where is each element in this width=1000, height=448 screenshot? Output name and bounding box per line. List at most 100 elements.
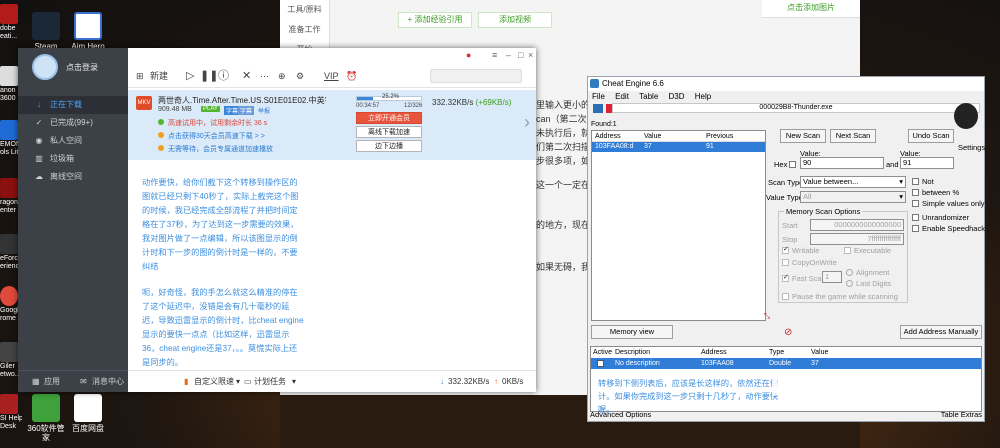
new-scan-button[interactable]: New Scan	[780, 129, 826, 143]
delete-icon[interactable]: ✕	[242, 69, 251, 83]
menu-icon[interactable]: ≡	[492, 50, 497, 60]
scan-type-select[interactable]: Value between... ▾	[800, 176, 906, 188]
add-address-button[interactable]: Add Address Manually	[900, 325, 982, 339]
menu-help[interactable]: Help	[695, 92, 711, 101]
value-type-select[interactable]: All ▾	[800, 191, 906, 203]
section-prep[interactable]: 准备工作	[280, 20, 329, 40]
table-extras-button[interactable]: Table Extras	[941, 410, 982, 419]
pause-game-checkbox[interactable]: Pause the game while scanning	[782, 292, 898, 301]
baidu-pan-shortcut[interactable]: 百度网盘	[66, 394, 110, 433]
menu-d3d[interactable]: D3D	[669, 92, 685, 101]
play-badge[interactable]: PLAY	[201, 106, 220, 112]
boost-icon[interactable]: ⊕	[278, 69, 286, 83]
undo-scan-button[interactable]: Undo Scan	[908, 129, 954, 143]
avatar[interactable]	[32, 54, 58, 80]
settings-link[interactable]: Settings	[958, 143, 985, 152]
unrandomizer-checkbox[interactable]: Unrandomizer	[912, 213, 969, 222]
stop-icon[interactable]: ⊘	[784, 327, 792, 338]
subtitle-tag-2[interactable]: 字幕	[238, 106, 255, 115]
not-checkbox[interactable]: Not	[912, 177, 934, 186]
chevron-down-icon[interactable]: ▾	[292, 371, 296, 393]
hex-checkbox[interactable]: Hex	[774, 160, 799, 169]
nav-private-space[interactable]: ◉ 私人空间	[18, 132, 128, 150]
report-link[interactable]: 举报	[256, 106, 272, 115]
alignment-radio[interactable]: Alignment	[846, 268, 889, 277]
col-type[interactable]: Type	[769, 347, 784, 358]
found-address-list[interactable]: Address Value Previous 103FAA08:d 37 91	[591, 130, 766, 321]
pause-icon[interactable]: ❚❚	[200, 69, 218, 83]
minimize-icon[interactable]: –	[506, 50, 511, 60]
col-address[interactable]: Address	[595, 131, 621, 142]
alarm-icon[interactable]: ⏰	[346, 69, 357, 83]
new-icon[interactable]: ⊞	[136, 69, 144, 83]
col-active[interactable]: Active	[593, 347, 612, 358]
menu-table[interactable]: Table	[639, 92, 658, 101]
aimhero-shortcut[interactable]: Aim Hero	[66, 12, 110, 51]
steam-shortcut[interactable]: Steam	[24, 12, 68, 51]
offline-boost-button[interactable]: 离线下载加速	[356, 126, 422, 138]
add-image-button[interactable]: 点击添加图片	[762, 0, 860, 18]
col-value[interactable]: Value	[644, 131, 661, 142]
stream-play-button[interactable]: 边下边播	[356, 140, 422, 152]
col-previous[interactable]: Previous	[706, 131, 733, 142]
speedhack-checkbox[interactable]: Enable Speedhack	[912, 224, 985, 233]
found-list-row[interactable]: 103FAA08:d 37 91	[592, 142, 765, 152]
copyonwrite-checkbox[interactable]: CopyOnWrite	[782, 258, 837, 267]
col-value[interactable]: Value	[811, 347, 828, 358]
info-icon[interactable]: ⓘ	[218, 69, 229, 83]
between-percent-checkbox[interactable]: between %	[912, 188, 959, 197]
start-address-input[interactable]: 0000000000000000	[810, 219, 904, 231]
apps-button[interactable]: 应用	[44, 371, 60, 393]
login-link[interactable]: 点击登录	[66, 62, 98, 73]
stop-address-input[interactable]: 7fffffffffffffff	[810, 233, 904, 245]
add-reference-button[interactable]: + 添加经验引用	[398, 12, 472, 28]
play-icon[interactable]: ▷	[186, 69, 194, 83]
fastscan-value-input[interactable]: 1	[822, 271, 842, 283]
scan-value-input[interactable]: 90	[800, 157, 884, 169]
vip-button[interactable]: VIP	[324, 69, 339, 83]
maximize-icon[interactable]: □	[518, 50, 523, 60]
add-video-button[interactable]: 添加视频	[478, 12, 552, 28]
nav-offline-space[interactable]: ☁ 离线空间	[18, 168, 128, 186]
executable-checkbox[interactable]: Executable	[844, 246, 891, 255]
writable-checkbox[interactable]: Writable	[782, 245, 819, 255]
chevron-right-icon[interactable]: ›	[524, 112, 530, 133]
fastscan-checkbox[interactable]: Fast Scan	[782, 273, 826, 283]
vip-channel-link[interactable]: 无需等待，会员专属通道加速播放	[158, 144, 273, 154]
pointer-scan-icon[interactable]: ⤡	[764, 311, 770, 321]
scan-value2-input[interactable]: 91	[900, 157, 954, 169]
nav-trash[interactable]: ▥ 垃圾箱	[18, 150, 128, 168]
message-center-button[interactable]: 消息中心	[92, 371, 124, 393]
plan-task-button[interactable]: 计划任务	[254, 371, 286, 393]
open-vip-button[interactable]: 立即开通会员	[356, 112, 422, 124]
menu-file[interactable]: File	[592, 92, 605, 101]
close-icon[interactable]: ×	[528, 50, 533, 60]
section-tools[interactable]: 工具/原料	[280, 0, 329, 20]
help-desk-shortcut[interactable]: SI Help Desk	[0, 394, 22, 431]
active-checkbox[interactable]	[597, 360, 604, 367]
search-input[interactable]	[430, 69, 522, 83]
apps-icon[interactable]: ▦	[32, 371, 40, 393]
simple-values-checkbox[interactable]: Simple values only	[912, 199, 985, 208]
col-address[interactable]: Address	[701, 347, 727, 358]
col-description[interactable]: Description	[615, 347, 650, 358]
settings-icon[interactable]: ⚙	[296, 69, 304, 83]
nav-completed[interactable]: ✓ 已完成(99+)	[18, 114, 128, 132]
wifi-icon[interactable]: ●	[466, 50, 471, 60]
more-icon[interactable]: ⋯	[260, 69, 269, 83]
custom-speed-button[interactable]: 自定义限速	[194, 371, 234, 393]
select-process-icon[interactable]	[593, 104, 603, 113]
360-shortcut[interactable]: 360软件管家	[24, 394, 68, 442]
nav-downloading[interactable]: ↓ 正在下载	[18, 96, 128, 114]
download-task-row[interactable]: MKV 两世奇人.Time.After.Time.US.S01E01E02.中英…	[128, 90, 536, 160]
next-scan-button[interactable]: Next Scan	[830, 129, 876, 143]
get-vip-link[interactable]: 点击获得30天会员高速下载 > >	[158, 131, 265, 141]
new-task-button[interactable]: 新建	[150, 69, 168, 83]
last-digits-radio[interactable]: Last Digits	[846, 279, 891, 288]
adobe-shortcut[interactable]: dobe eati...	[0, 4, 22, 41]
menu-edit[interactable]: Edit	[615, 92, 629, 101]
speed-limit-icon: ▮	[184, 377, 189, 386]
message-icon[interactable]: ✉	[80, 371, 87, 393]
chevron-down-icon[interactable]: ▾	[236, 371, 240, 393]
memory-view-button[interactable]: Memory view	[591, 325, 673, 339]
